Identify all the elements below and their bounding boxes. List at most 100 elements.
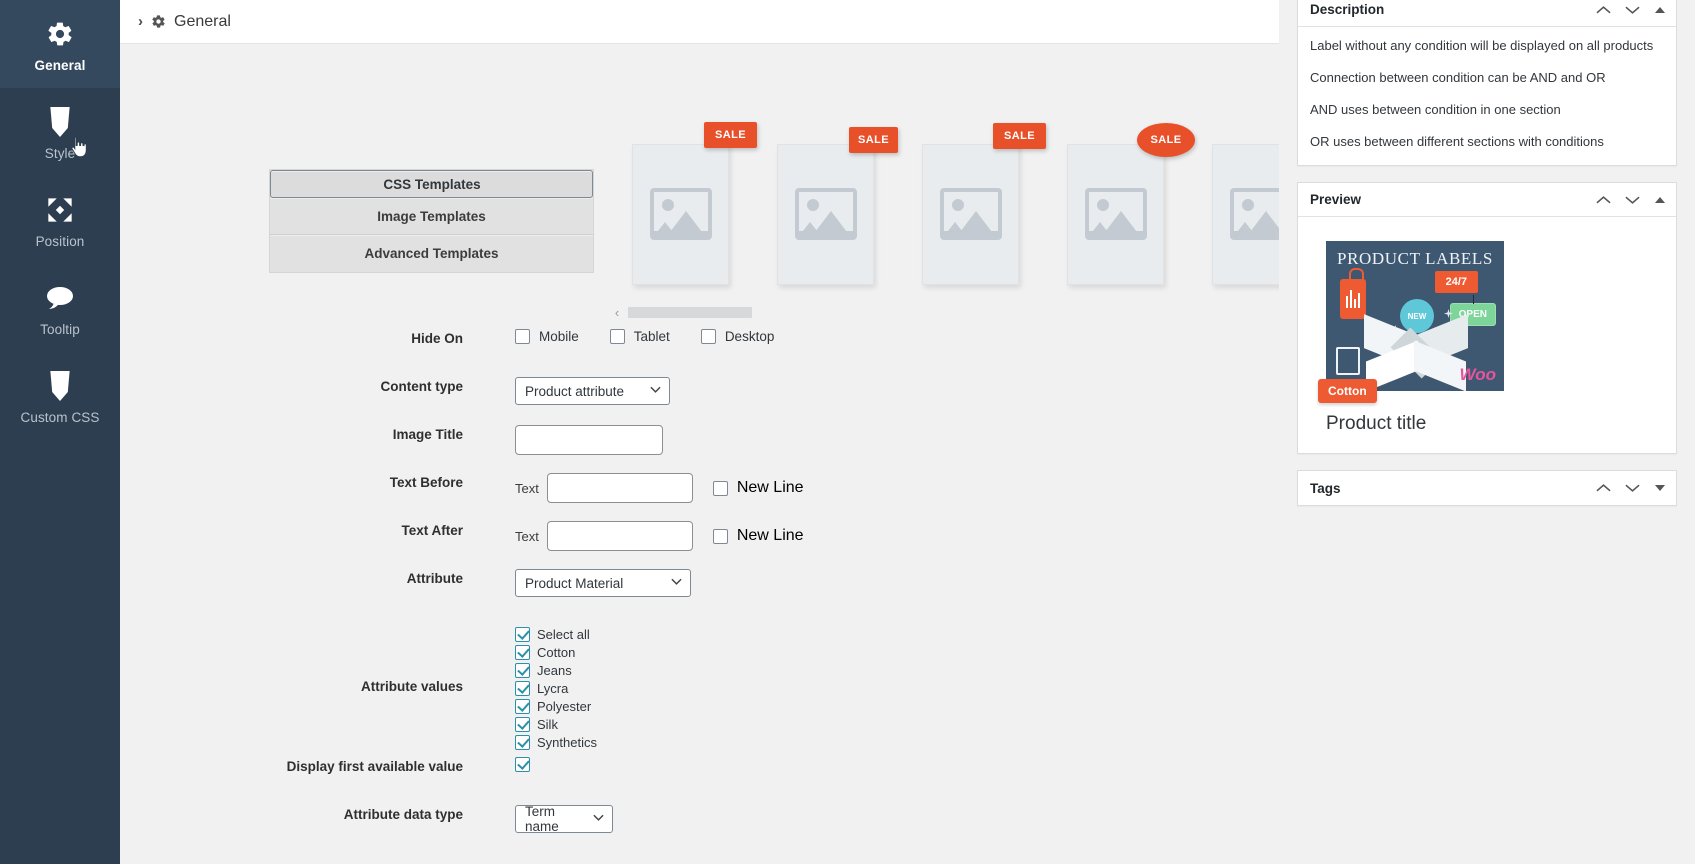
field-label: Attribute values xyxy=(360,679,463,694)
attribute-select[interactable]: Product Material xyxy=(515,569,691,597)
list-item[interactable]: Synthetics xyxy=(515,734,597,750)
sidebar-item-general[interactable]: General xyxy=(0,0,120,88)
carousel-scrollbar[interactable]: ‹ › xyxy=(610,304,1279,320)
woo-logo: Woo xyxy=(1459,365,1496,384)
field-label: Image Title xyxy=(392,427,463,442)
breadcrumb: › General xyxy=(120,0,1279,44)
field-label: Attribute data type xyxy=(343,807,463,822)
image-placeholder-icon xyxy=(940,188,1002,240)
list-item[interactable]: Silk xyxy=(515,716,597,732)
content-area: CSS Templates Image Templates Advanced T… xyxy=(120,44,1279,864)
sale-badge: SALE xyxy=(704,122,757,148)
field-text-after: Text After Text New Line xyxy=(120,521,1276,569)
template-card[interactable]: SALE xyxy=(777,127,898,285)
price-tag-icon xyxy=(1340,268,1366,319)
collapse-up-icon[interactable] xyxy=(1596,483,1611,493)
field-label: Hide On xyxy=(411,331,463,346)
checkbox-display-first-value[interactable] xyxy=(515,757,530,772)
description-paragraph: Label without any condition will be disp… xyxy=(1310,38,1654,53)
preview-panel: Preview PRODUCT LABELS 24/7 NEW OPEN Woo… xyxy=(1297,182,1677,454)
sidebar-item-label: Custom CSS xyxy=(20,409,100,425)
panel-title: Description xyxy=(1310,2,1385,17)
text-before-input[interactable] xyxy=(546,473,693,503)
collapse-down-icon[interactable] xyxy=(1625,5,1640,15)
tab-css-templates[interactable]: CSS Templates xyxy=(270,170,593,198)
template-card[interactable]: SALE xyxy=(1067,123,1195,285)
sale-badge: SALE xyxy=(849,127,898,153)
toggle-icon[interactable] xyxy=(1654,196,1666,204)
chevron-right-icon[interactable]: › xyxy=(138,13,143,30)
checkbox-label: New Line xyxy=(736,479,804,496)
checkbox-label: New Line xyxy=(736,527,804,544)
tab-image-templates[interactable]: Image Templates xyxy=(270,198,593,235)
field-attribute: Attribute Product Material xyxy=(120,569,1276,617)
sidebar-item-position[interactable]: Position xyxy=(0,176,120,264)
main-area: › General CSS Templates Image Templates … xyxy=(120,0,1279,864)
list-item[interactable]: Polyester xyxy=(515,698,597,714)
image-placeholder-icon xyxy=(1230,188,1279,240)
attribute-data-type-select[interactable]: Term name xyxy=(515,804,613,834)
checkbox-cotton[interactable] xyxy=(515,644,530,660)
checkbox-desktop[interactable] xyxy=(700,329,716,344)
sidebar-item-label: General xyxy=(34,57,86,73)
panel-header: Description xyxy=(1298,0,1676,27)
tab-advanced-templates[interactable]: Advanced Templates xyxy=(270,235,593,272)
open-box-icon xyxy=(1364,314,1468,391)
sidebar-item-tooltip[interactable]: Tooltip xyxy=(0,264,120,352)
gear-icon xyxy=(46,16,74,52)
toggle-icon[interactable] xyxy=(1654,6,1666,14)
collapse-down-icon[interactable] xyxy=(1625,483,1640,493)
checkbox-new-line-after[interactable] xyxy=(712,528,728,544)
right-panel: Description Label without any condition … xyxy=(1279,0,1695,864)
text-prefix-label: Text xyxy=(515,480,539,496)
template-carousel: SALE SALE SALE SALE ‹ xyxy=(604,122,1279,329)
select-value: Term name xyxy=(525,804,559,834)
checkbox-tablet[interactable] xyxy=(609,329,625,344)
select-value: Product attribute xyxy=(525,383,625,399)
checkbox-lycra[interactable] xyxy=(515,680,530,696)
field-image-title: Image Title xyxy=(120,425,1276,473)
checkbox-polyester[interactable] xyxy=(515,698,530,714)
preview-product-title: Product title xyxy=(1326,413,1427,434)
panel-title: Preview xyxy=(1310,192,1362,207)
sidebar-item-style[interactable]: Style xyxy=(0,88,120,176)
list-item[interactable]: Cotton xyxy=(515,644,597,660)
collapse-up-icon[interactable] xyxy=(1596,5,1611,15)
description-panel: Description Label without any condition … xyxy=(1297,0,1677,166)
sidebar-item-custom-css[interactable]: Custom CSS xyxy=(0,352,120,440)
list-item[interactable]: Jeans xyxy=(515,662,597,678)
checkbox-mobile[interactable] xyxy=(515,329,530,344)
scrollbar-track[interactable] xyxy=(628,306,1279,318)
carousel-prev-icon[interactable]: ‹ xyxy=(610,305,624,320)
field-content-type: Content type Product attribute xyxy=(120,377,1276,425)
list-item[interactable]: Lycra xyxy=(515,680,597,696)
panel-header: Tags xyxy=(1298,471,1676,505)
badge-247: 24/7 xyxy=(1434,271,1478,293)
chevron-down-icon xyxy=(636,385,661,397)
collapse-up-icon[interactable] xyxy=(1596,195,1611,205)
scrollbar-thumb[interactable] xyxy=(628,306,752,318)
list-item[interactable]: Select all xyxy=(515,626,597,642)
image-placeholder-icon xyxy=(1085,188,1147,240)
toggle-icon[interactable] xyxy=(1654,484,1666,492)
content-type-select[interactable]: Product attribute xyxy=(515,377,670,405)
checkbox-silk[interactable] xyxy=(515,716,530,732)
template-card[interactable]: SALE xyxy=(922,123,1046,285)
description-paragraph: AND uses between condition in one sectio… xyxy=(1310,102,1561,117)
image-title-input[interactable] xyxy=(515,425,663,455)
css3-icon xyxy=(47,104,73,140)
template-card[interactable]: SALE xyxy=(1212,144,1279,285)
panel-body: PRODUCT LABELS 24/7 NEW OPEN Woo Cotton … xyxy=(1298,217,1676,453)
preview-label-badge: Cotton xyxy=(1318,379,1377,403)
tags-panel: Tags xyxy=(1297,470,1677,506)
sidebar: General Style Position Tooltip Custom CS… xyxy=(0,0,120,864)
checkbox-jeans[interactable] xyxy=(515,662,530,678)
checkbox-select-all[interactable] xyxy=(515,626,530,642)
template-card[interactable]: SALE xyxy=(632,122,757,285)
checkbox-synthetics[interactable] xyxy=(515,734,530,750)
collapse-down-icon[interactable] xyxy=(1625,195,1640,205)
text-after-input[interactable] xyxy=(546,521,693,551)
checkbox-new-line-before[interactable] xyxy=(712,480,728,496)
template-card-row: SALE SALE SALE SALE xyxy=(604,122,1279,285)
description-paragraph: OR uses between different sections with … xyxy=(1310,134,1604,149)
